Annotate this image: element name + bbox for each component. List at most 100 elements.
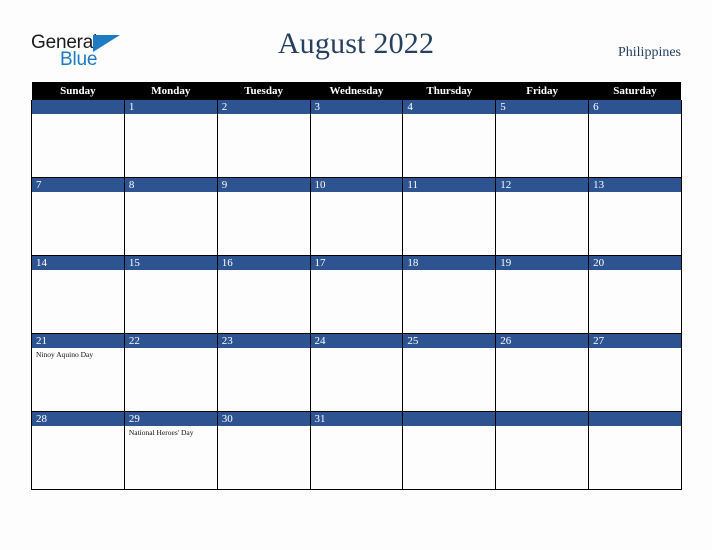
day-events: [218, 348, 310, 350]
day-events: [403, 192, 495, 194]
calendar-day-cell[interactable]: 5: [495, 100, 590, 178]
day-number: 24: [310, 334, 403, 348]
calendar-day-cell[interactable]: 15: [123, 255, 218, 334]
day-cell-inner: 9: [217, 178, 310, 255]
day-cell-inner: 21 Ninoy Aquino Day: [32, 334, 124, 411]
day-number: [496, 412, 589, 426]
calendar-day-cell[interactable]: 1: [123, 100, 218, 178]
calendar-day-cell[interactable]: 27: [588, 333, 682, 412]
day-number: 15: [124, 256, 217, 270]
day-cell-inner: 19: [496, 256, 589, 333]
day-events: [32, 270, 124, 272]
day-cell-inner: 4: [403, 100, 496, 177]
day-cell-inner: 11: [403, 178, 496, 255]
day-cell-inner: 16: [217, 256, 310, 333]
weekday-header-sunday: Sunday: [31, 82, 125, 100]
calendar-day-cell[interactable]: 26: [495, 333, 590, 412]
calendar-day-cell[interactable]: 13: [588, 177, 682, 256]
day-number: 17: [310, 256, 403, 270]
day-events: [218, 192, 310, 194]
calendar-day-cell[interactable]: 7: [31, 177, 125, 256]
day-number: 13: [589, 178, 681, 192]
calendar-day-cell[interactable]: 8: [123, 177, 218, 256]
calendar-day-cell[interactable]: 30: [216, 411, 311, 490]
holiday-event-label: National Heroes' Day: [128, 428, 194, 437]
calendar-day-cell[interactable]: 17: [309, 255, 404, 334]
day-cell-inner: [403, 412, 496, 489]
day-number: 19: [496, 256, 589, 270]
day-cell-inner: 14: [32, 256, 124, 333]
calendar-day-cell[interactable]: 9: [216, 177, 311, 256]
day-events: [403, 114, 495, 116]
day-cell-inner: 24: [310, 334, 403, 411]
day-cell-inner: 25: [403, 334, 496, 411]
day-events: [589, 192, 681, 194]
day-cell-inner: 28: [32, 412, 124, 489]
calendar-day-cell[interactable]: 3: [309, 100, 404, 178]
day-number: 27: [589, 334, 681, 348]
calendar-day-cell[interactable]: 2: [216, 100, 311, 178]
calendar-table: Sunday Monday Tuesday Wednesday Thursday…: [31, 82, 682, 490]
day-number: 31: [310, 412, 403, 426]
day-number: 22: [124, 334, 217, 348]
day-events: [496, 348, 588, 350]
calendar-day-cell[interactable]: 18: [402, 255, 497, 334]
calendar-day-cell[interactable]: 29 National Heroes' Day: [123, 411, 218, 490]
day-cell-inner: 30: [217, 412, 310, 489]
day-cell-inner: 26: [496, 334, 589, 411]
day-events: [496, 192, 588, 194]
calendar-day-cell[interactable]: [31, 100, 125, 178]
calendar-day-cell[interactable]: 14: [31, 255, 125, 334]
day-cell-inner: 1: [124, 100, 217, 177]
day-events: [218, 270, 310, 272]
calendar-day-cell[interactable]: 21 Ninoy Aquino Day: [31, 333, 125, 412]
day-number: 6: [589, 100, 681, 114]
day-cell-inner: 5: [496, 100, 589, 177]
page-header: General Blue August 2022 Philippines: [0, 0, 712, 82]
calendar-day-cell[interactable]: 23: [216, 333, 311, 412]
day-events: [218, 426, 310, 428]
calendar-week-row: 123456: [31, 100, 682, 178]
calendar-day-cell[interactable]: 31: [309, 411, 404, 490]
day-events: [403, 426, 495, 428]
calendar-day-cell[interactable]: 22: [123, 333, 218, 412]
day-events: [311, 114, 403, 116]
day-events: [311, 270, 403, 272]
calendar-day-cell[interactable]: 25: [402, 333, 497, 412]
calendar-day-cell[interactable]: [588, 411, 682, 490]
day-events: [496, 270, 588, 272]
calendar-day-cell[interactable]: [402, 411, 497, 490]
day-cell-inner: 10: [310, 178, 403, 255]
day-number: 1: [124, 100, 217, 114]
day-number: 8: [124, 178, 217, 192]
calendar-day-cell[interactable]: 28: [31, 411, 125, 490]
calendar-day-cell[interactable]: [495, 411, 590, 490]
day-cell-inner: 3: [310, 100, 403, 177]
calendar-day-cell[interactable]: 24: [309, 333, 404, 412]
calendar-day-cell[interactable]: 19: [495, 255, 590, 334]
calendar-day-cell[interactable]: 11: [402, 177, 497, 256]
calendar-day-cell[interactable]: 6: [588, 100, 682, 178]
day-number: 25: [403, 334, 496, 348]
calendar-day-cell[interactable]: 4: [402, 100, 497, 178]
day-number: 2: [217, 100, 310, 114]
day-events: [311, 348, 403, 350]
calendar-day-cell[interactable]: 20: [588, 255, 682, 334]
day-number: 4: [403, 100, 496, 114]
day-events: [32, 426, 124, 428]
day-cell-inner: 18: [403, 256, 496, 333]
day-events: [496, 114, 588, 116]
day-number: 21: [32, 334, 124, 348]
day-events: [125, 348, 217, 350]
calendar-day-cell[interactable]: 12: [495, 177, 590, 256]
day-events: [589, 426, 681, 428]
day-events: [125, 192, 217, 194]
calendar-day-cell[interactable]: 10: [309, 177, 404, 256]
day-number: 18: [403, 256, 496, 270]
day-events: [403, 270, 495, 272]
weekday-header-wednesday: Wednesday: [310, 82, 403, 100]
day-events: [218, 114, 310, 116]
day-number: 16: [217, 256, 310, 270]
calendar-day-cell[interactable]: 16: [216, 255, 311, 334]
day-events: [311, 426, 403, 428]
